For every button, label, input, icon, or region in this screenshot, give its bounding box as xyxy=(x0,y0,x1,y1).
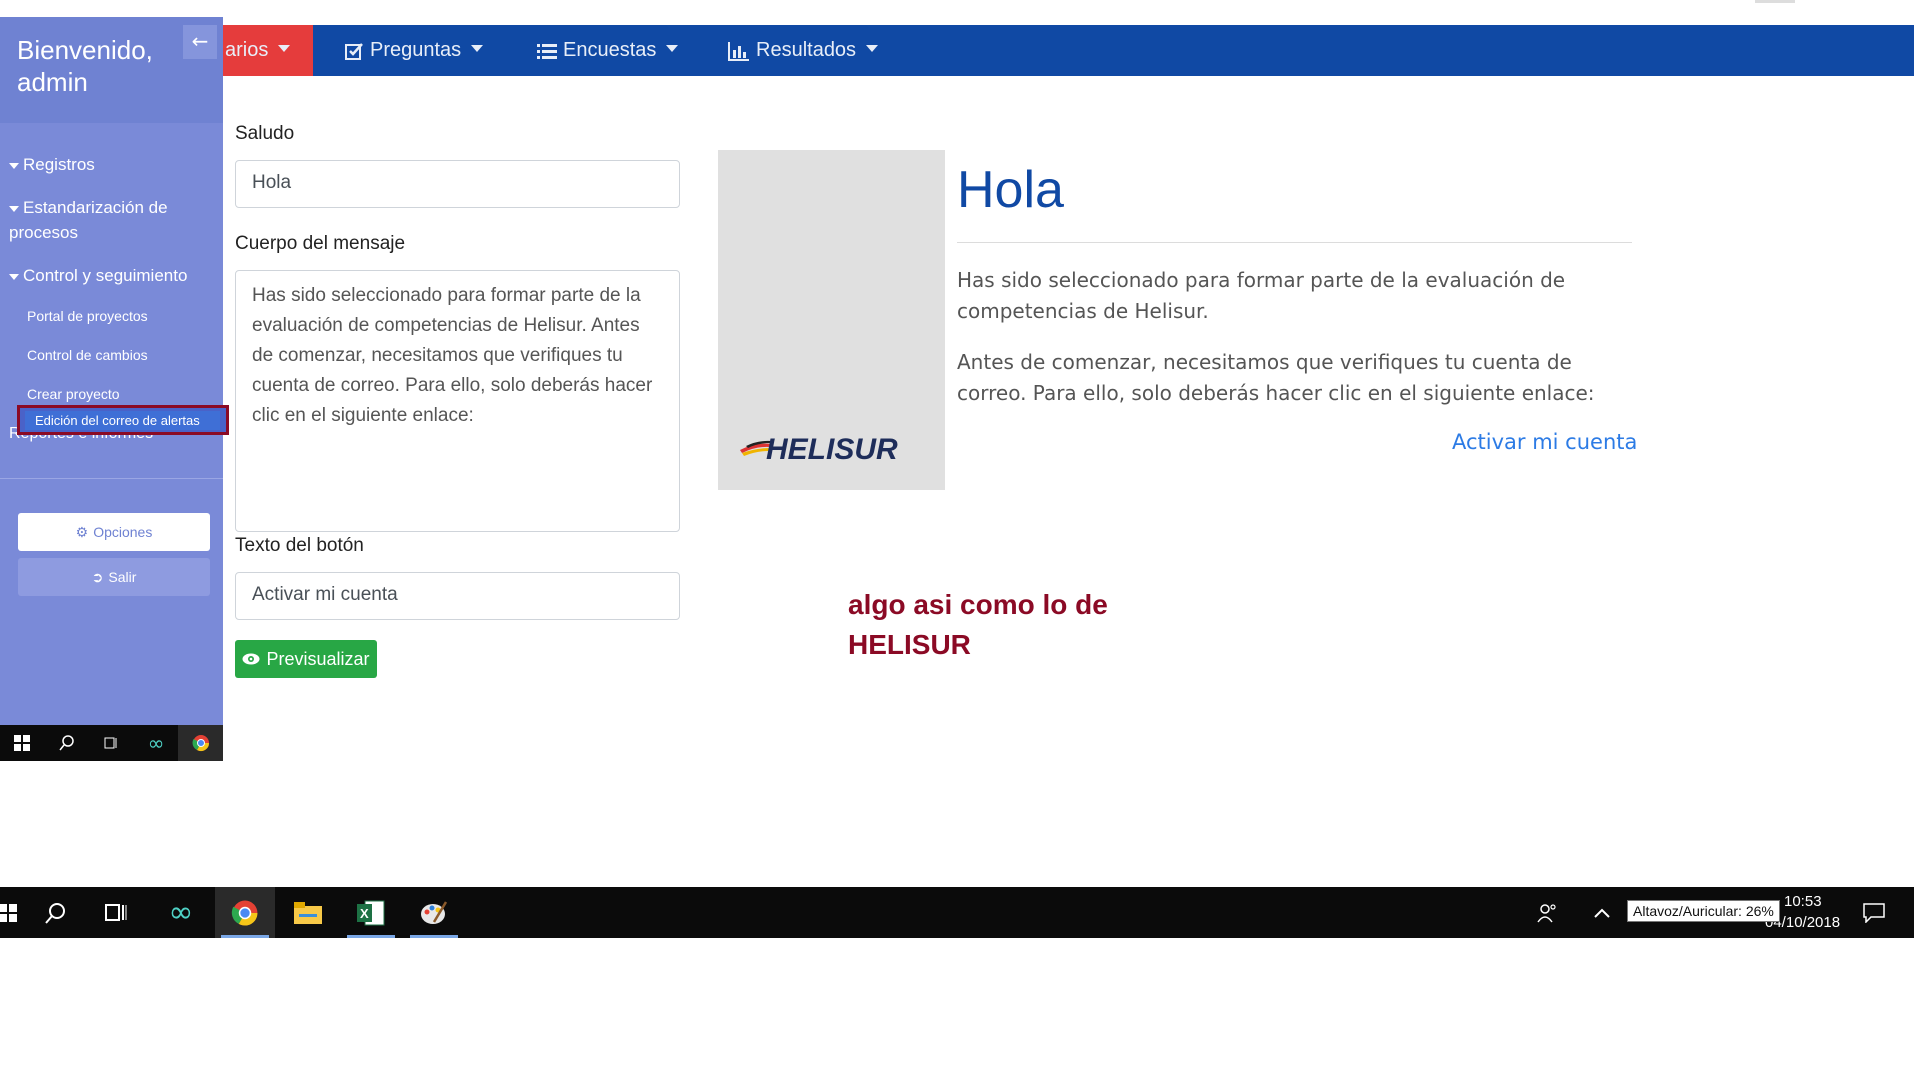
nav-item-usuarios[interactable]: arios xyxy=(225,25,291,76)
list-icon xyxy=(537,43,557,59)
people-icon[interactable] xyxy=(1527,887,1567,938)
sidebar-section-control[interactable]: Control y seguimiento xyxy=(9,263,187,288)
nav-item-label: Preguntas xyxy=(370,39,462,61)
checkbox-edit-icon xyxy=(345,42,363,60)
logo-panel: HELISUR xyxy=(718,150,945,490)
sidebar: Bienvenido, admin ← Registros Estandariz… xyxy=(0,17,229,725)
nav-item-preguntas[interactable]: Preguntas xyxy=(344,25,484,76)
sidebar-section-label: Estandarización de procesos xyxy=(9,198,168,242)
arrow-left-icon: ← xyxy=(191,29,209,53)
nav-item-encuestas[interactable]: Encuestas xyxy=(537,25,679,76)
open-app-indicator xyxy=(347,935,395,938)
chevron-up-icon[interactable] xyxy=(1584,887,1620,938)
preview-title: Hola xyxy=(957,161,1064,219)
exit-button-label: Salir xyxy=(108,569,137,585)
search-icon[interactable] xyxy=(45,725,90,761)
infinity-icon[interactable]: ∞ xyxy=(134,725,179,761)
greeting-input[interactable]: Hola xyxy=(235,160,680,208)
paint-icon[interactable] xyxy=(404,887,464,938)
collapse-sidebar-button[interactable]: ← xyxy=(183,25,217,59)
nav-item-resultados[interactable]: Resultados xyxy=(728,25,879,76)
bar-chart-icon xyxy=(728,41,749,61)
active-app-indicator xyxy=(221,935,269,938)
chrome-icon[interactable] xyxy=(215,887,275,938)
options-button[interactable]: ⚙ Opciones xyxy=(18,513,210,551)
nav-item-label: Resultados xyxy=(756,39,857,61)
task-view-icon[interactable] xyxy=(86,887,146,938)
search-icon[interactable] xyxy=(25,887,85,938)
preview-button-label: Previsualizar xyxy=(266,648,370,669)
nav-item-label: Encuestas xyxy=(563,39,657,61)
preview-paragraph-1: Has sido seleccionado para formar parte … xyxy=(957,268,1566,323)
annotation-highlight-box: Edición del correo de alertas xyxy=(17,405,229,435)
gears-icon: ⚙ xyxy=(75,523,89,540)
caret-down-icon xyxy=(9,162,19,169)
activate-account-link[interactable]: Activar mi cuenta xyxy=(1452,430,1637,454)
preview-divider xyxy=(957,242,1632,243)
windows-icon[interactable] xyxy=(0,725,45,761)
svg-text:X: X xyxy=(360,906,369,921)
body-textarea[interactable]: Has sido seleccionado para formar parte … xyxy=(235,270,680,532)
clock-time[interactable]: 10:53 xyxy=(1784,893,1822,910)
infinity-icon[interactable]: ∞ xyxy=(151,887,211,938)
eye-icon xyxy=(242,653,260,665)
top-navbar: arios Preguntas Encuestas Resultados xyxy=(223,25,1914,76)
sidebar-section-label: Registros xyxy=(23,155,95,174)
volume-tooltip: Altavoz/Auricular: 26% xyxy=(1627,900,1780,922)
annotation-note: algo asi como lo de HELISUR xyxy=(848,589,1108,660)
sidebar-header: Bienvenido, admin ← xyxy=(0,17,223,123)
button-text-label: Texto del botón xyxy=(235,535,364,556)
caret-down-icon xyxy=(9,273,19,280)
welcome-title: Bienvenido, admin xyxy=(17,35,153,97)
open-app-indicator xyxy=(410,935,458,938)
sidebar-section-estandarizacion[interactable]: Estandarización de procesos xyxy=(9,195,209,245)
sign-out-icon: ➲ xyxy=(91,568,104,585)
helisur-logo: HELISUR xyxy=(766,433,898,466)
sidebar-divider xyxy=(0,478,223,479)
greeting-label: Saludo xyxy=(235,123,295,144)
body-label: Cuerpo del mensaje xyxy=(235,233,406,254)
exit-button[interactable]: ➲ Salir xyxy=(18,558,210,596)
sidebar-section-registros[interactable]: Registros xyxy=(9,152,95,177)
file-explorer-icon[interactable] xyxy=(278,887,338,938)
excel-icon[interactable]: X xyxy=(341,887,401,938)
inner-taskbar: ∞ xyxy=(0,725,223,761)
sidebar-item-edicion-correo[interactable]: Edición del correo de alertas xyxy=(25,411,220,430)
options-button-label: Opciones xyxy=(93,524,153,540)
sidebar-item-portal[interactable]: Portal de proyectos xyxy=(27,308,148,324)
caret-down-icon xyxy=(471,45,484,52)
preview-button[interactable]: Previsualizar xyxy=(235,640,377,678)
caret-down-icon xyxy=(278,45,291,52)
sidebar-item-control-cambios[interactable]: Control de cambios xyxy=(27,347,148,363)
window-edge xyxy=(1755,0,1795,3)
sidebar-section-label: Control y seguimiento xyxy=(23,266,188,285)
task-view-icon[interactable] xyxy=(89,725,134,761)
notifications-icon[interactable] xyxy=(1852,887,1896,938)
preview-paragraph-2: Antes de comenzar, necesitamos que verif… xyxy=(957,350,1595,405)
button-text-input[interactable]: Activar mi cuenta xyxy=(235,572,680,620)
caret-down-icon xyxy=(666,45,679,52)
sidebar-item-crear-proyecto[interactable]: Crear proyecto xyxy=(27,386,120,402)
caret-down-icon xyxy=(866,45,879,52)
caret-down-icon xyxy=(9,205,19,212)
nav-item-label: arios xyxy=(225,39,269,61)
chrome-icon[interactable] xyxy=(178,725,223,761)
